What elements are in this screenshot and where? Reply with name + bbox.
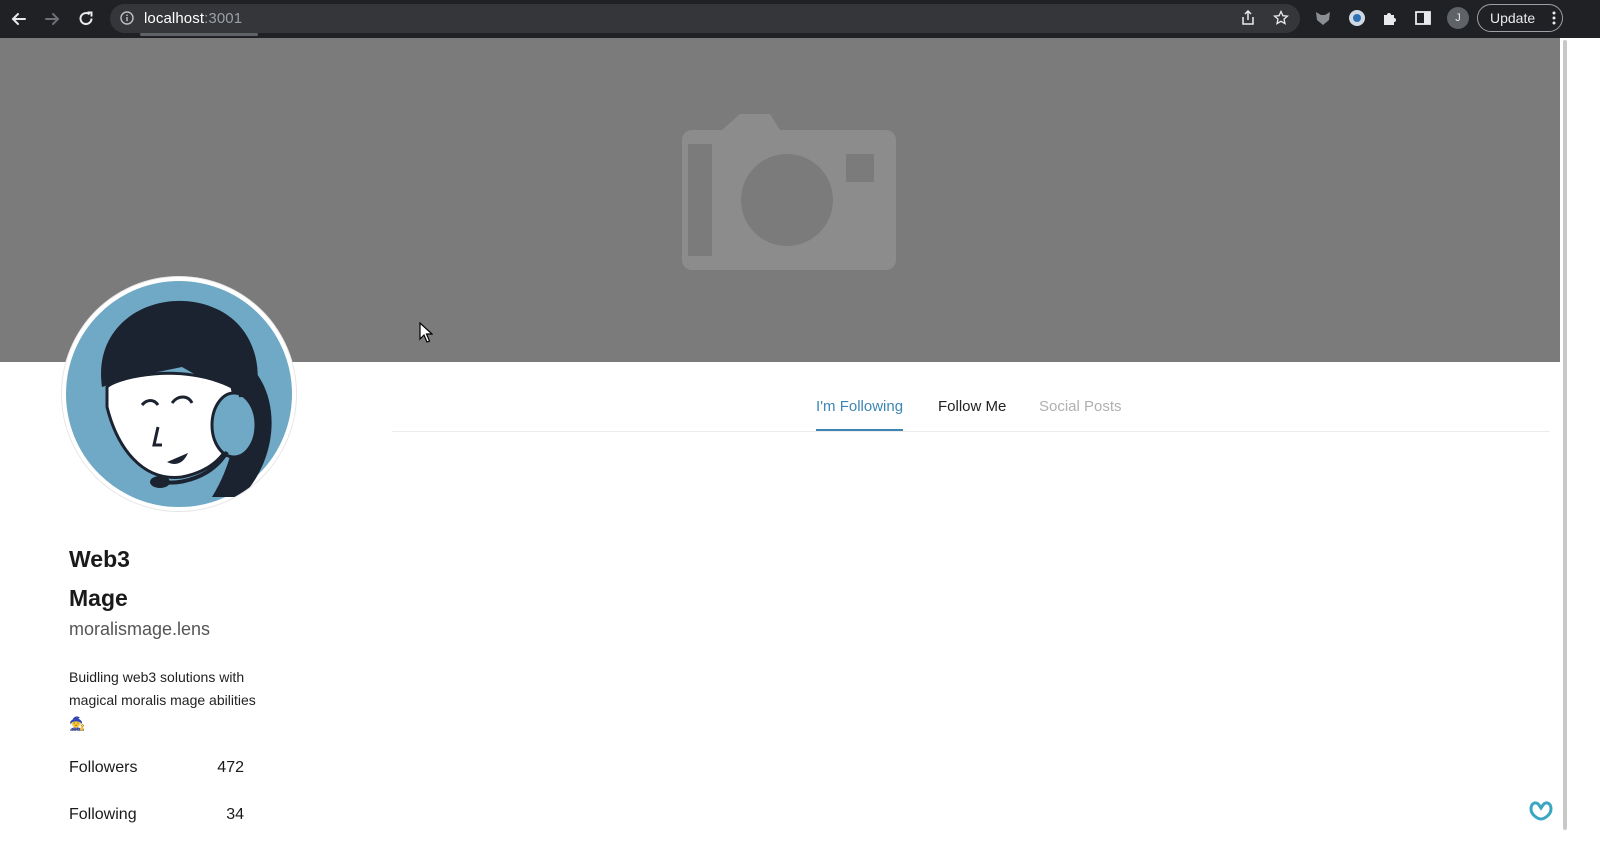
- profile-name: Web3 Mage: [69, 540, 269, 618]
- more-vert-icon[interactable]: [1552, 11, 1556, 25]
- profile-bio-text: Buidling web3 solutions with magical mor…: [69, 669, 256, 708]
- browser-toolbar: localhost:3001 J Update: [0, 0, 1600, 38]
- tab-social-posts[interactable]: Social Posts: [1039, 398, 1122, 429]
- tab-im-following[interactable]: I'm Following: [816, 398, 904, 431]
- followers-label: Followers: [69, 759, 138, 776]
- url-port: :3001: [204, 10, 243, 27]
- loading-indicator: [140, 33, 258, 36]
- camera-placeholder-icon: [682, 114, 896, 270]
- info-icon[interactable]: [120, 11, 134, 25]
- url-host: localhost: [144, 10, 205, 27]
- arrow-left-icon: [11, 13, 26, 25]
- profile-bio: Buidling web3 solutions with magical mor…: [69, 666, 289, 735]
- back-button[interactable]: [7, 7, 31, 31]
- url-text: localhost:3001: [144, 10, 242, 27]
- update-label: Update: [1490, 10, 1536, 26]
- reload-button[interactable]: [74, 7, 98, 31]
- avatar-illustration: [62, 277, 296, 511]
- arrow-right-icon: [45, 13, 60, 25]
- browser-profile-avatar[interactable]: J: [1447, 7, 1469, 29]
- share-icon[interactable]: [1240, 10, 1256, 26]
- profile-avatar: [62, 277, 296, 511]
- profile-tabs: I'm Following Follow Me Social Posts: [392, 390, 1550, 432]
- page-scrollbar-thumb[interactable]: [1563, 40, 1567, 830]
- forward-button[interactable]: [40, 7, 64, 31]
- update-button[interactable]: Update: [1477, 4, 1563, 32]
- wizard-emoji: 🧙: [69, 716, 86, 731]
- profile-name-line2: Mage: [69, 585, 128, 611]
- reload-icon: [79, 11, 93, 26]
- followers-count: 472: [217, 759, 244, 776]
- star-icon[interactable]: [1273, 10, 1289, 26]
- extension-circle-icon[interactable]: [1348, 9, 1366, 27]
- address-bar[interactable]: localhost:3001: [110, 4, 1300, 33]
- following-label: Following: [69, 806, 137, 823]
- side-panel-icon[interactable]: [1414, 9, 1432, 27]
- mouse-cursor-icon: [419, 322, 433, 343]
- tab-follow-me[interactable]: Follow Me: [938, 398, 1006, 429]
- moralis-logo-icon: [1529, 801, 1553, 821]
- profile-name-line1: Web3: [69, 546, 130, 572]
- puzzle-icon[interactable]: [1381, 9, 1399, 27]
- fox-extension-icon[interactable]: [1314, 9, 1332, 27]
- profile-handle: moralismage.lens: [69, 619, 211, 639]
- following-count: 34: [226, 806, 244, 823]
